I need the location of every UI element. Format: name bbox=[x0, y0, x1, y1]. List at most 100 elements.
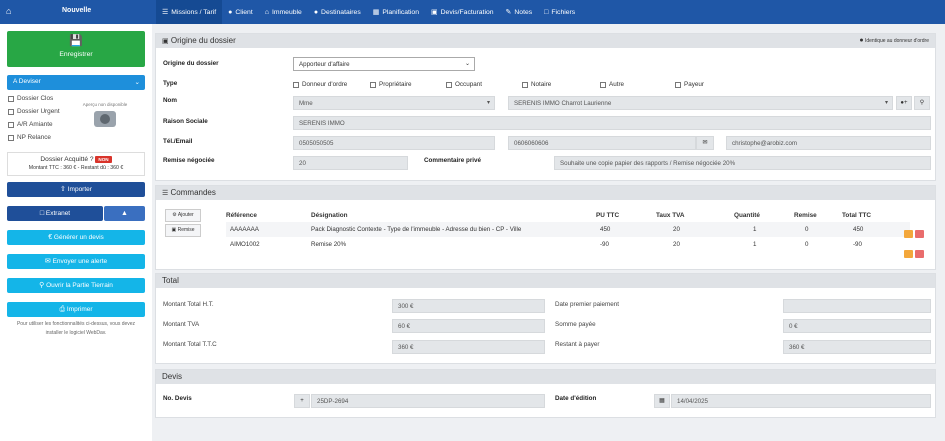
briefcase-icon: ▣ bbox=[162, 38, 169, 45]
devis-panel: Devis No. Devis + 25DP-2694 Date d'éditi… bbox=[155, 369, 936, 418]
raison-sociale-field[interactable]: SERENIS IMMO bbox=[293, 116, 931, 130]
file-icon: □ bbox=[39, 210, 45, 217]
checkbox-ar-amiante[interactable]: A/R Amiante bbox=[8, 121, 53, 128]
checkbox-box[interactable] bbox=[446, 81, 452, 88]
type-occupant[interactable]: Occupant bbox=[446, 81, 482, 88]
origine-panel: ▣ Origine du dossier ● Identique au donn… bbox=[155, 33, 936, 181]
checkbox-box[interactable] bbox=[8, 95, 14, 102]
status-badge: NON bbox=[95, 156, 112, 163]
add-order-button[interactable]: ⚙ Ajouter bbox=[165, 209, 201, 222]
tel1-field[interactable]: 0505050505 bbox=[293, 136, 495, 150]
generate-quote-button[interactable]: € Générer un devis bbox=[7, 230, 145, 245]
type-proprietaire[interactable]: Propriétaire bbox=[370, 81, 412, 88]
calendar-button[interactable]: ▦ bbox=[654, 394, 670, 408]
email-field[interactable]: christophe@arobiz.com bbox=[726, 136, 931, 150]
checkbox-np-relance[interactable]: NP Relance bbox=[8, 134, 51, 141]
sidebar: 💾 Enregistrer A Deviser ⌄ Dossier Clos D… bbox=[0, 24, 152, 441]
top-navbar: ⌂ Nouvelle ☰ Missions / Tarif ● Client ⌂ Im… bbox=[0, 0, 945, 24]
chat-icon: ✉ bbox=[702, 140, 708, 146]
remise-field[interactable]: 20 bbox=[293, 156, 408, 170]
type-donneur-ordre[interactable]: Donneur d'ordre bbox=[293, 81, 347, 88]
users-icon: ● bbox=[313, 8, 319, 16]
upload-icon: ⇧ bbox=[60, 186, 66, 193]
edit-icon[interactable] bbox=[904, 230, 913, 238]
photo-preview[interactable]: Aperçu non disponible bbox=[80, 102, 130, 127]
send-alert-button[interactable]: ✉ Envoyer une alerte bbox=[7, 254, 145, 269]
checkbox-box[interactable] bbox=[8, 121, 14, 128]
table-row[interactable]: AAAAAAA Pack Diagnostic Contexte - Type … bbox=[226, 222, 910, 237]
tab-destinataires[interactable]: ● Destinataires bbox=[308, 0, 367, 24]
chevron-down-icon: ⌄ bbox=[464, 61, 470, 67]
user-icon: ● bbox=[228, 8, 233, 16]
checkbox-dossier-urgent[interactable]: Dossier Urgent bbox=[8, 108, 60, 115]
restant-field: 360 € bbox=[783, 340, 931, 354]
delete-icon[interactable] bbox=[915, 230, 924, 238]
total-panel: Total Montant Total H.T. 300 € Date prem… bbox=[155, 273, 936, 364]
checkbox-box[interactable] bbox=[675, 81, 681, 88]
identique-link[interactable]: ● Identique au donneur d'ordre bbox=[859, 37, 929, 44]
open-field-part-button[interactable]: ⚲ Ouvrir la Partie Tierrain bbox=[7, 278, 145, 293]
file-icon: □ bbox=[544, 8, 549, 16]
plus-icon: + bbox=[300, 398, 304, 404]
checkbox-box[interactable] bbox=[370, 81, 376, 88]
add-devis-button[interactable]: + bbox=[294, 394, 310, 408]
add-user-button[interactable]: ●+ bbox=[896, 96, 912, 110]
webdav-note: Pour utiliser les fonctionnalités ci-des… bbox=[16, 321, 136, 336]
add-user-icon: ●+ bbox=[900, 100, 908, 106]
new-button[interactable]: Nouvelle bbox=[62, 7, 91, 14]
col-pu-ttc: PU TTC bbox=[596, 211, 620, 219]
civilite-select[interactable]: Mme ▾ bbox=[293, 96, 495, 110]
tab-client[interactable]: ● Client bbox=[222, 0, 259, 24]
calendar-icon: ▦ bbox=[372, 8, 380, 16]
checkbox-box[interactable] bbox=[522, 81, 528, 88]
tab-fichiers[interactable]: □ Fichiers bbox=[538, 0, 581, 24]
origine-select[interactable]: Apporteur d'affaire ⌄ bbox=[293, 57, 475, 71]
devis-number-field[interactable]: 25DP-2694 bbox=[311, 394, 545, 408]
edit-icon[interactable] bbox=[904, 250, 913, 258]
checkbox-box[interactable] bbox=[8, 134, 14, 141]
money-icon: ▣ bbox=[431, 8, 438, 16]
chat-button[interactable]: ✉ bbox=[696, 136, 714, 150]
devis-date-field[interactable]: 14/04/2025 bbox=[671, 394, 931, 408]
import-button[interactable]: ⇧ Importer bbox=[7, 182, 145, 197]
montant-ht-field: 300 € bbox=[392, 299, 545, 313]
extranet-upload-button[interactable]: ▲ bbox=[104, 206, 145, 221]
remise-button[interactable]: ▣ Remise bbox=[165, 224, 201, 237]
chevron-down-icon: ⌄ bbox=[134, 79, 140, 86]
search-button[interactable]: ⚲ bbox=[914, 96, 930, 110]
tab-devis-facturation[interactable]: ▣ Devis/Facturation bbox=[425, 0, 500, 24]
main-tabs: ☰ Missions / Tarif ● Client ⌂ Immeuble ● Des… bbox=[156, 0, 581, 24]
delete-icon[interactable] bbox=[915, 250, 924, 258]
envelope-icon: ✉ bbox=[44, 258, 51, 265]
checkbox-box[interactable] bbox=[600, 81, 606, 88]
type-autre[interactable]: Autre bbox=[600, 81, 624, 88]
checkbox-dossier-clos[interactable]: Dossier Clos bbox=[8, 95, 53, 102]
save-icon: 💾 bbox=[69, 35, 83, 47]
nom-select[interactable]: SERENIS IMMO Charrot Laurienne ▾ bbox=[508, 96, 893, 110]
edit-icon: ✎ bbox=[505, 8, 512, 16]
tab-planification[interactable]: ▦ Planification bbox=[367, 0, 425, 24]
status-select[interactable]: A Deviser ⌄ bbox=[7, 75, 145, 90]
commentaire-field[interactable]: Souhaite une copie papier des rapports /… bbox=[554, 156, 931, 170]
save-button[interactable]: 💾 Enregistrer bbox=[7, 31, 145, 67]
home-icon[interactable]: ⌂ bbox=[6, 6, 11, 16]
montant-tva-field: 60 € bbox=[392, 319, 545, 333]
type-notaire[interactable]: Notaire bbox=[522, 81, 551, 88]
checkbox-box[interactable] bbox=[293, 81, 299, 88]
list-icon: ☰ bbox=[162, 8, 169, 16]
checkbox-box[interactable] bbox=[8, 108, 14, 115]
euro-icon: € bbox=[48, 234, 53, 241]
col-reference: Référence bbox=[226, 211, 257, 219]
tab-notes[interactable]: ✎ Notes bbox=[500, 0, 539, 24]
print-button[interactable]: ⎙ Imprimer bbox=[7, 302, 145, 317]
type-payeur[interactable]: Payeur bbox=[675, 81, 704, 88]
table-row[interactable]: AIMO1002 Remise 20% -90 20 1 0 -90 bbox=[226, 237, 910, 252]
commandes-table: Référence Désignation PU TTC Taux TVA Qu… bbox=[226, 208, 910, 252]
tel2-field[interactable]: 0606060606 bbox=[508, 136, 696, 150]
date-paiement-field[interactable] bbox=[783, 299, 931, 313]
user-icon: ● bbox=[859, 37, 864, 44]
extranet-button[interactable]: □ Extranet bbox=[7, 206, 103, 221]
tab-immeuble[interactable]: ⌂ Immeuble bbox=[259, 0, 308, 24]
tab-missions-tarif[interactable]: ☰ Missions / Tarif bbox=[156, 0, 223, 24]
gear-icon: ⚙ bbox=[172, 212, 177, 218]
